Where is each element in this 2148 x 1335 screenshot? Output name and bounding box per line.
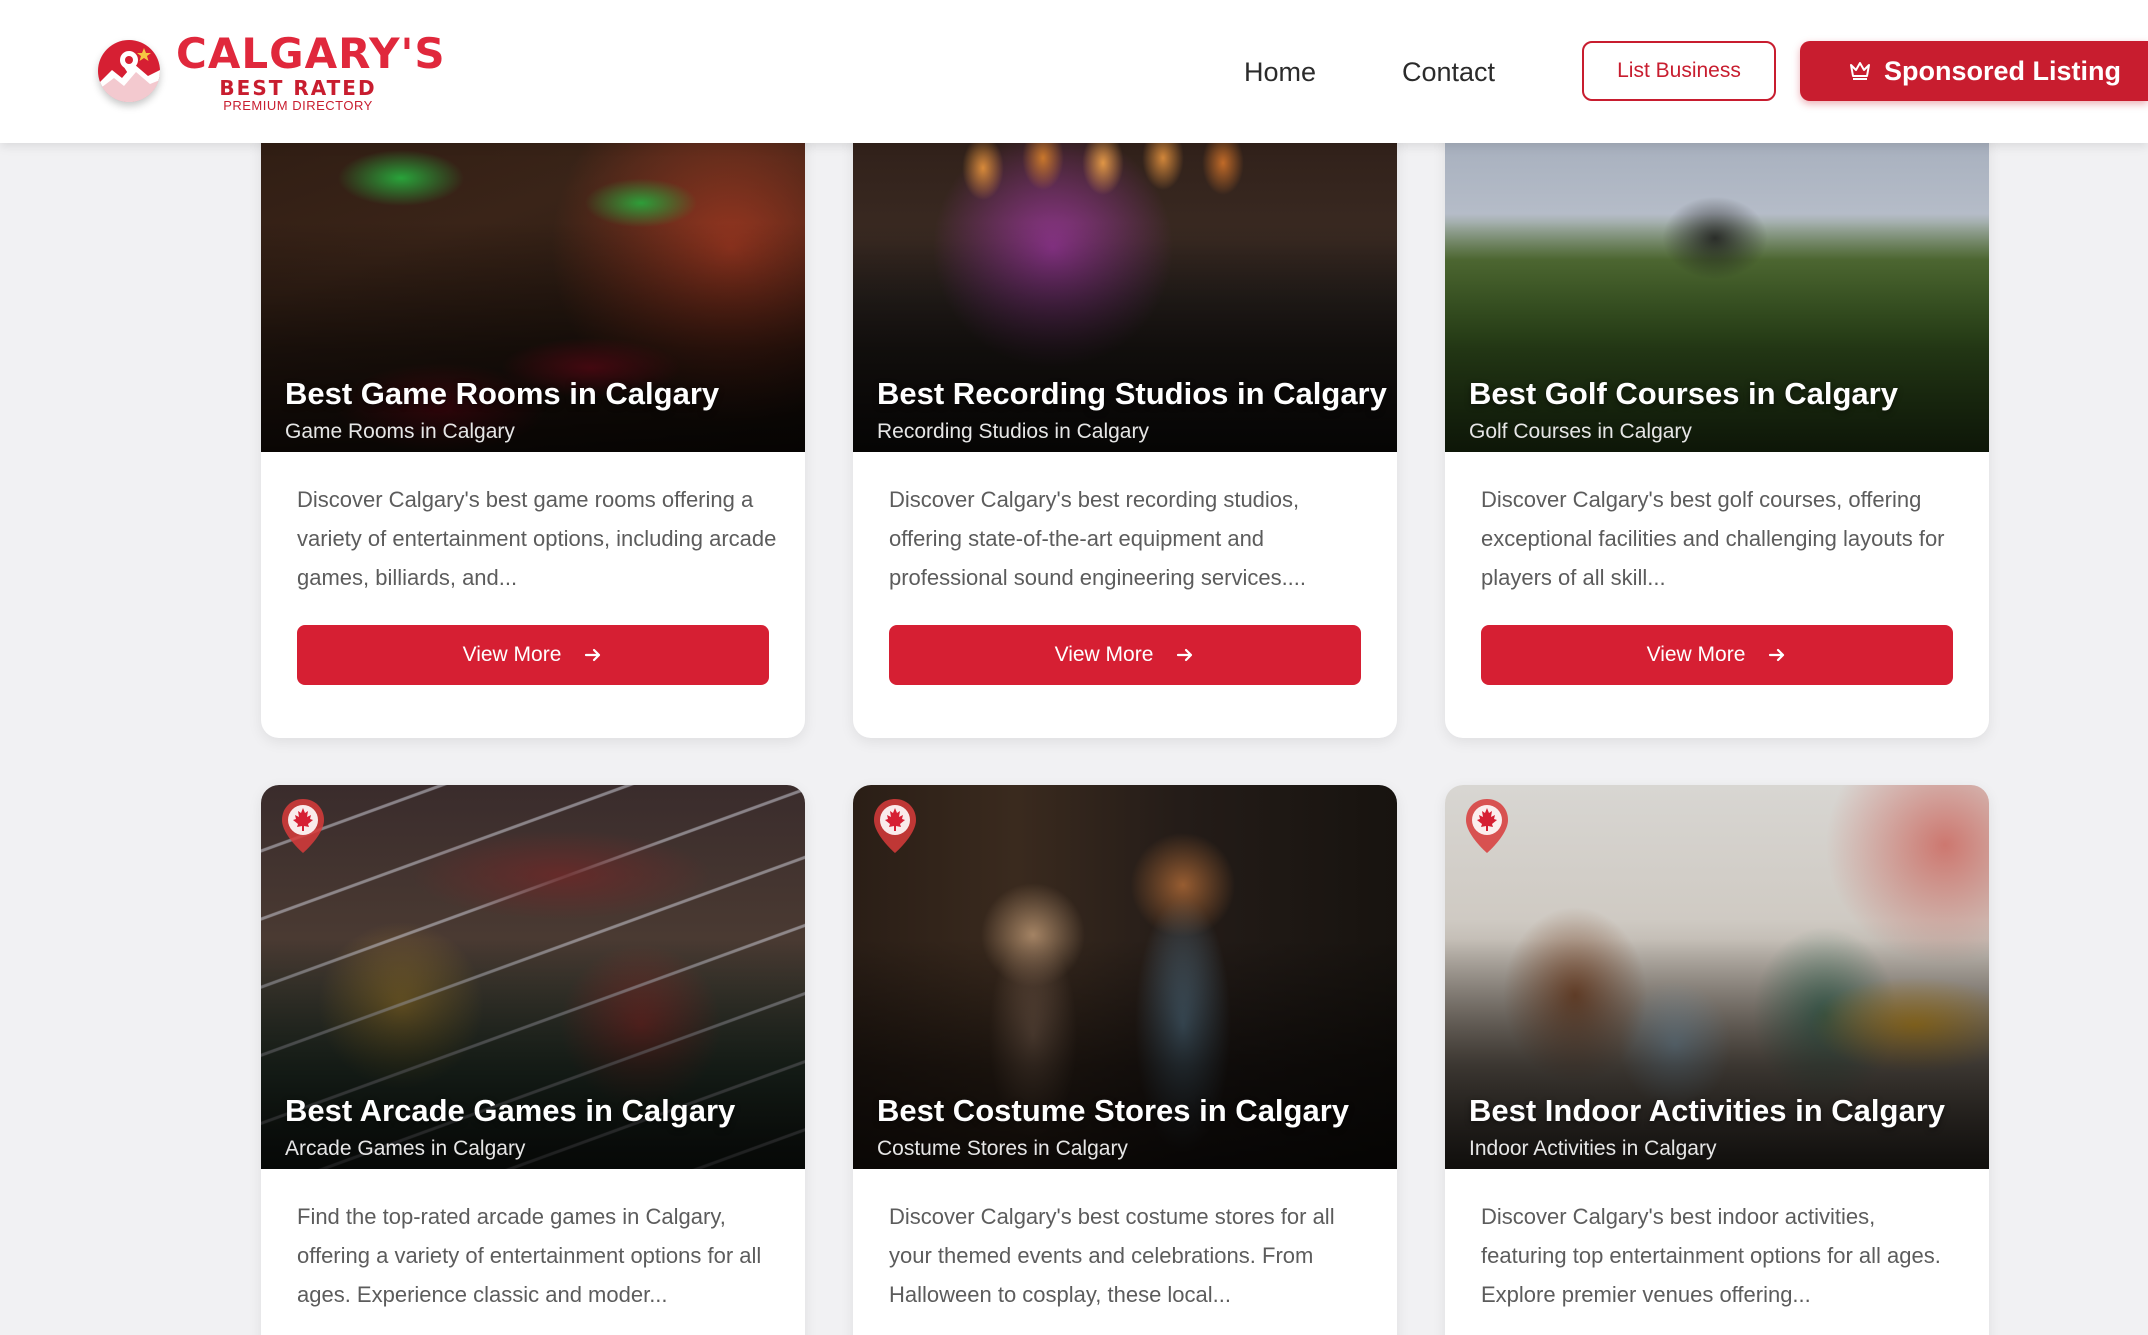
card-subtitle: Golf Courses in Calgary — [1469, 420, 1692, 443]
card-title: Best Arcade Games in Calgary — [285, 1093, 736, 1128]
arrow-right-icon — [585, 648, 601, 662]
category-card-indoor-activities: Best Indoor Activities in Calgary Indoor… — [1445, 785, 1989, 1335]
card-subtitle: Game Rooms in Calgary — [285, 420, 515, 443]
view-more-label: View More — [462, 643, 562, 666]
card-description: Discover Calgary's best game rooms offer… — [297, 487, 777, 590]
view-more-label: View More — [1646, 643, 1746, 666]
sponsored-listing-label: Sponsored Listing — [1884, 55, 2122, 86]
card-title: Best Indoor Activities in Calgary — [1469, 1093, 1946, 1128]
logo-tagline: PREMIUM DIRECTORY — [223, 98, 373, 113]
list-business-button[interactable]: List Business — [1582, 41, 1776, 101]
arrow-right-icon — [1177, 648, 1193, 662]
card-subtitle: Indoor Activities in Calgary — [1469, 1137, 1717, 1160]
view-more-button[interactable]: View More — [297, 625, 769, 685]
card-subtitle: Costume Stores in Calgary — [877, 1137, 1128, 1160]
card-subtitle: Recording Studios in Calgary — [877, 420, 1149, 443]
arrow-right-icon — [1769, 648, 1785, 662]
card-image-indoor-activities[interactable]: Best Indoor Activities in Calgary Indoor… — [1445, 785, 1989, 1169]
view-more-button[interactable]: View More — [889, 625, 1361, 685]
card-description: Discover Calgary's best golf courses, of… — [1481, 487, 1945, 590]
card-image-costume-stores[interactable]: Best Costume Stores in Calgary Costume S… — [853, 785, 1397, 1169]
logo-title: CALGARY'S — [176, 29, 446, 78]
logo-icon[interactable] — [98, 40, 160, 102]
list-business-label: List Business — [1617, 59, 1741, 82]
category-card-golf-courses: Best Golf Courses in Calgary Golf Course… — [1445, 68, 1989, 738]
maple-leaf-pin-icon — [1466, 799, 1508, 853]
card-description: Discover Calgary's best costume stores f… — [889, 1204, 1335, 1307]
crown-icon — [1850, 62, 1870, 80]
view-more-label: View More — [1054, 643, 1154, 666]
card-subtitle: Arcade Games in Calgary — [285, 1137, 526, 1160]
maple-leaf-pin-icon — [282, 799, 324, 853]
nav-contact-link[interactable]: Contact — [1402, 52, 1495, 92]
category-card-costume-stores: Best Costume Stores in Calgary Costume S… — [853, 785, 1397, 1335]
category-card-recording-studios: Best Recording Studios in Calgary Record… — [853, 68, 1397, 738]
view-more-button[interactable]: View More — [1481, 625, 1953, 685]
category-card-game-rooms: Best Game Rooms in Calgary Game Rooms in… — [261, 68, 805, 738]
card-description: Discover Calgary's best recording studio… — [889, 487, 1307, 590]
card-title: Best Golf Courses in Calgary — [1469, 376, 1898, 411]
nav-home-link[interactable]: Home — [1244, 52, 1316, 92]
card-title: Best Costume Stores in Calgary — [877, 1093, 1350, 1128]
sponsored-listing-button[interactable]: Sponsored Listing — [1800, 41, 2148, 101]
card-title: Best Game Rooms in Calgary — [285, 376, 720, 411]
card-title: Best Recording Studios in Calgary — [877, 376, 1387, 411]
maple-leaf-pin-icon — [874, 799, 916, 853]
card-description: Discover Calgary's best indoor activitie… — [1481, 1204, 1941, 1307]
card-image-arcade-games[interactable]: Best Arcade Games in Calgary Arcade Game… — [261, 785, 805, 1169]
category-card-arcade-games: Best Arcade Games in Calgary Arcade Game… — [261, 785, 805, 1335]
site-header: CALGARY'S BEST RATED PREMIUM DIRECTORY H… — [0, 0, 2148, 143]
logo-subtitle: BEST RATED — [219, 76, 377, 100]
card-description: Find the top-rated arcade games in Calga… — [297, 1204, 762, 1307]
